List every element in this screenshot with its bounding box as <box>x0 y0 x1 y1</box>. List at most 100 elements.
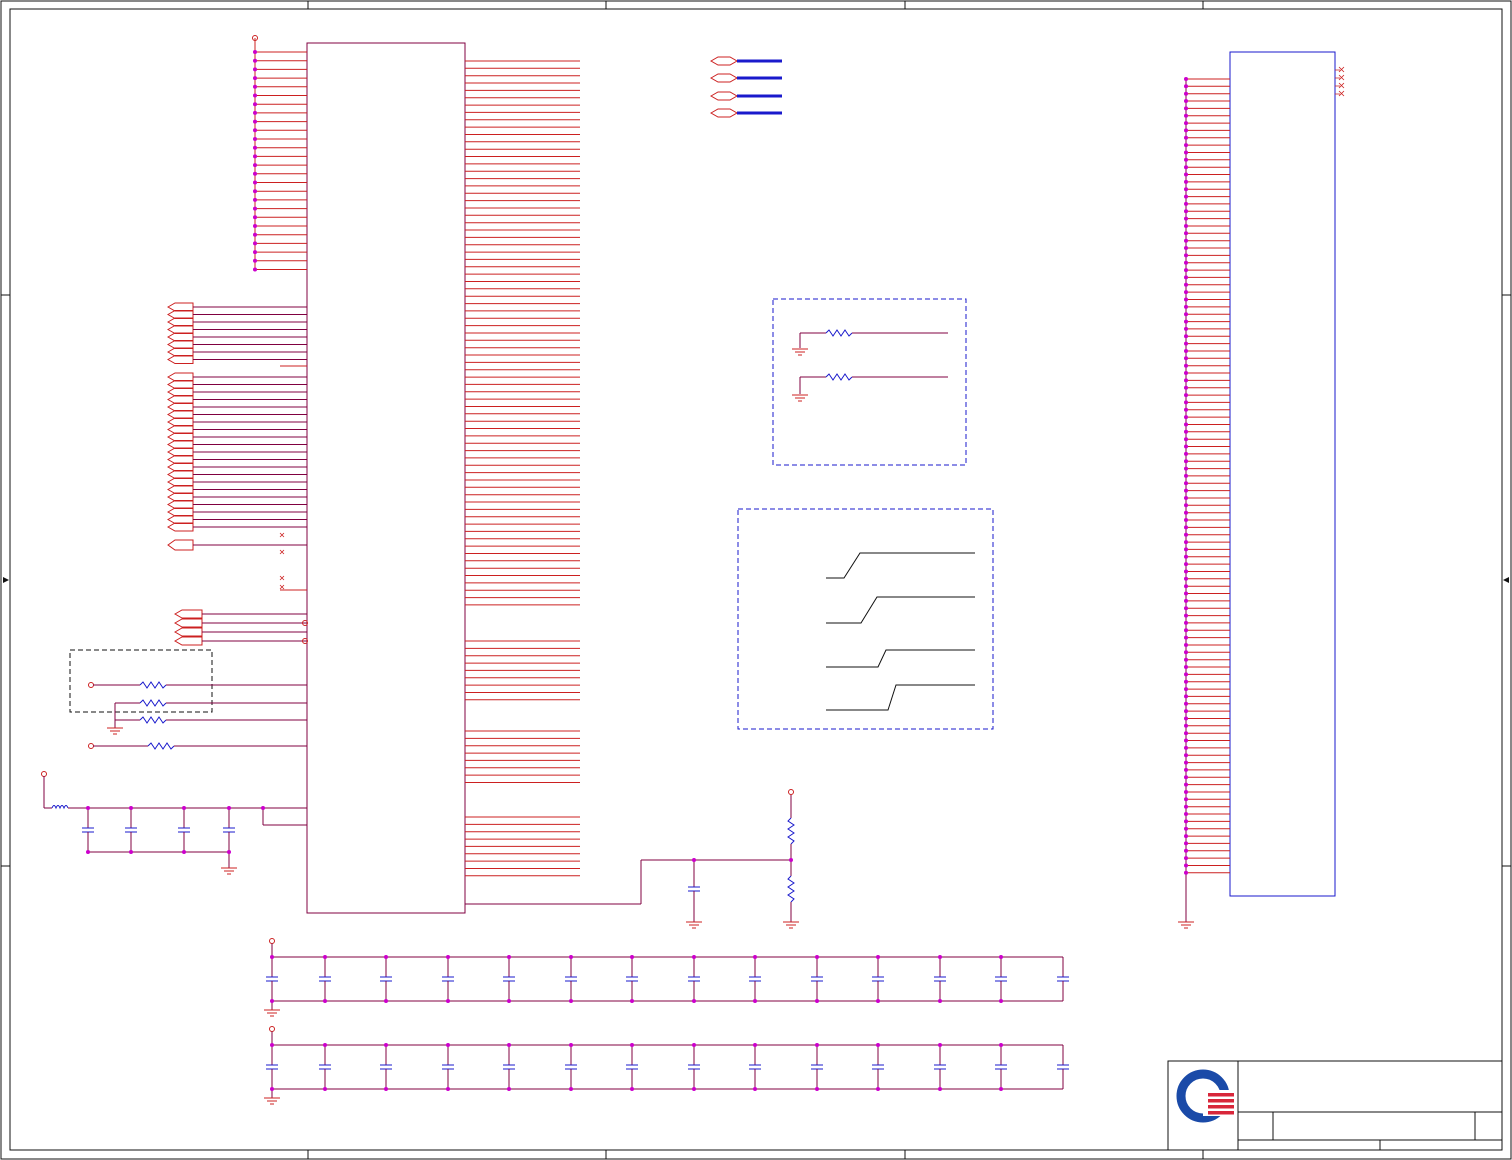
power-port <box>269 938 275 944</box>
junction-dot <box>753 955 757 959</box>
port-symbol <box>166 340 194 349</box>
port-group-c <box>173 609 308 646</box>
left-resistor-network <box>88 681 307 750</box>
junction-dot <box>1184 312 1188 317</box>
junction-dot <box>323 1043 327 1047</box>
junction-dot <box>1184 304 1188 309</box>
junction-dot <box>86 850 90 854</box>
port-symbol <box>166 310 194 319</box>
junction-dot <box>253 76 257 81</box>
junction-dot <box>815 1043 819 1047</box>
junction-dot <box>630 1087 634 1091</box>
junction-dot <box>1184 753 1188 758</box>
junction-dot <box>569 1087 573 1091</box>
junction-dot <box>1184 584 1188 589</box>
junction-dot <box>182 850 186 854</box>
ground-symbol <box>264 1009 280 1017</box>
single-port <box>167 539 307 551</box>
junction-dot <box>1184 687 1188 692</box>
junction-dot <box>1184 738 1188 743</box>
junction-dot <box>253 180 257 185</box>
junction-dot <box>630 1043 634 1047</box>
junction-dot <box>692 955 696 959</box>
junction-dot <box>1184 679 1188 684</box>
port-symbol <box>166 347 194 357</box>
port-symbol <box>166 477 194 487</box>
power-port <box>269 1026 275 1032</box>
junction-dot <box>692 1043 696 1047</box>
junction-dot <box>1184 790 1188 794</box>
junction-dot <box>630 999 634 1003</box>
junction-dot <box>1184 591 1188 596</box>
zone-arrows <box>3 577 1509 583</box>
junction-dot <box>384 1043 388 1047</box>
junction-dot <box>507 1043 511 1047</box>
junction-dot <box>1184 716 1188 721</box>
junction-dot <box>1184 165 1188 170</box>
junction-dot <box>1184 326 1188 331</box>
junction-dot <box>1184 643 1188 647</box>
port-symbol <box>166 372 194 382</box>
sheet-border-inner <box>9 8 1503 1151</box>
junction-dot <box>1184 400 1188 405</box>
junction-dot <box>1184 665 1188 669</box>
junction-dot <box>1184 554 1188 559</box>
port-symbol <box>166 462 194 472</box>
port-symbol <box>166 332 194 342</box>
junction-dot <box>999 1087 1003 1091</box>
junction-dot <box>1184 804 1188 809</box>
voltage-divider <box>465 789 799 929</box>
port-symbol <box>166 470 194 479</box>
junction-dot <box>1184 216 1188 221</box>
junction-dot <box>507 999 511 1003</box>
junction-dot <box>1184 547 1188 552</box>
junction-dot <box>446 1087 450 1091</box>
junction-dot <box>1184 562 1188 567</box>
ground-symbol <box>264 1097 280 1105</box>
power-filter <box>41 771 307 875</box>
junction-dot <box>253 84 257 89</box>
junction-dot <box>1184 819 1188 824</box>
junction-dot <box>1184 613 1188 618</box>
port-symbol <box>166 302 194 312</box>
junction-dot <box>1184 437 1188 442</box>
junction-dot <box>1184 260 1188 265</box>
junction-dot <box>253 163 257 168</box>
junction-dot <box>999 1043 1003 1047</box>
connector-pins <box>1184 77 1230 875</box>
junction-dot <box>446 1043 450 1047</box>
port-symbol <box>166 507 194 517</box>
junction-dot <box>1184 157 1188 162</box>
junction-dot <box>1184 451 1188 456</box>
junction-dot <box>507 955 511 959</box>
junction-dot <box>1184 224 1188 228</box>
junction-dot <box>938 955 942 959</box>
junction-dot <box>1184 378 1188 383</box>
port-symbol <box>166 355 194 364</box>
zone-ticks <box>1 1 1511 1159</box>
junction-dot <box>1184 246 1188 250</box>
junction-dot <box>815 1087 819 1091</box>
junction-dot <box>1184 459 1188 464</box>
junction-dot <box>1184 694 1188 699</box>
junction-dot <box>630 955 634 959</box>
junction-dot <box>1184 268 1188 273</box>
junction-dot <box>253 145 257 150</box>
no-connect-marks <box>279 532 285 590</box>
junction-dot <box>1184 848 1188 853</box>
junction-dot <box>1184 628 1188 633</box>
junction-dot <box>507 1087 511 1091</box>
junction-dot <box>270 1087 274 1091</box>
bus-port <box>709 73 739 83</box>
junction-dot <box>1184 385 1188 390</box>
junction-dot <box>1184 856 1188 861</box>
junction-dot <box>1184 349 1188 353</box>
junction-dot <box>1184 760 1188 765</box>
port-symbol <box>166 417 194 427</box>
junction-dot <box>1184 488 1188 493</box>
junction-dot <box>253 93 257 98</box>
junction-dot <box>1184 782 1188 787</box>
port-symbol <box>166 515 194 524</box>
decoupling-cap-row-1 <box>264 938 1069 1017</box>
junction-dot <box>182 806 186 810</box>
